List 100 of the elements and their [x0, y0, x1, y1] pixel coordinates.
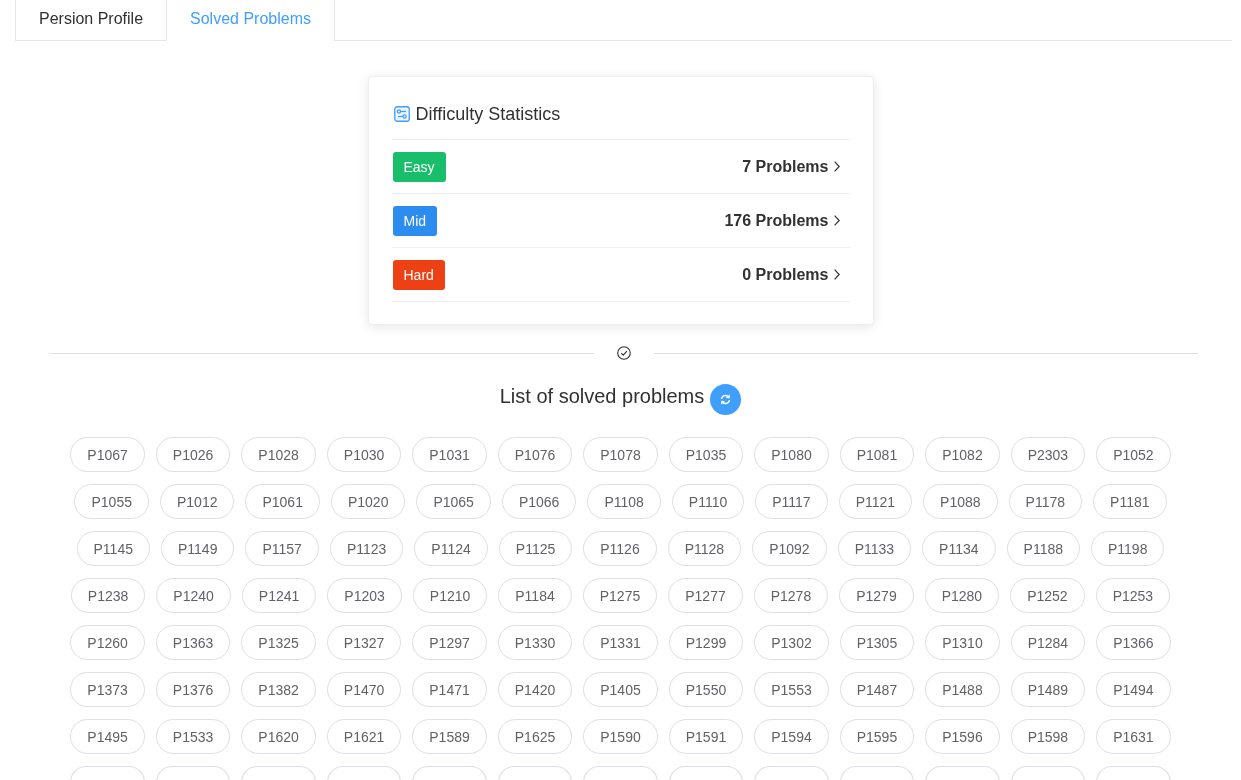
problem-tag[interactable]: P1061 [245, 484, 320, 519]
problem-tag[interactable]: P1240 [156, 578, 231, 613]
problem-tag[interactable]: P1088 [923, 484, 998, 519]
problem-tag[interactable]: P1026 [155, 437, 231, 472]
problem-tag[interactable]: P1305 [839, 625, 915, 660]
problem-tag[interactable]: P1110 [671, 484, 745, 519]
problem-tag[interactable]: P1487 [839, 672, 915, 707]
problem-tag[interactable] [412, 766, 487, 780]
problem-tag[interactable] [241, 766, 316, 780]
problem-tag[interactable]: P1133 [837, 531, 912, 566]
problem-tag[interactable]: P1631 [1096, 719, 1171, 754]
problem-tag[interactable]: P1620 [241, 719, 316, 754]
problem-tag[interactable]: P1031 [412, 437, 487, 472]
problem-tag[interactable]: P1327 [326, 625, 402, 660]
tab[interactable]: Persion Profile [15, 0, 168, 40]
problem-tag[interactable]: P1470 [326, 672, 402, 707]
problem-tag[interactable]: P1198 [1091, 531, 1165, 566]
problem-tag[interactable] [70, 766, 145, 780]
problem-tag[interactable]: P1253 [1095, 578, 1171, 613]
problem-tag[interactable]: P1598 [1010, 719, 1086, 754]
problem-tag[interactable] [497, 766, 573, 780]
problem-tag[interactable]: P1495 [70, 719, 145, 754]
problem-tag[interactable]: P1278 [753, 578, 829, 613]
problem-tag[interactable]: P1405 [583, 672, 658, 707]
problem-tag[interactable]: P1128 [667, 531, 742, 566]
problem-tag[interactable] [754, 766, 829, 780]
problem-tag[interactable]: P1067 [70, 437, 145, 472]
problem-tag[interactable]: P1145 [76, 531, 150, 566]
problem-tag[interactable]: P1157 [245, 531, 319, 566]
problem-tag[interactable] [155, 766, 231, 780]
problem-tag[interactable]: P1621 [326, 719, 402, 754]
problem-tag[interactable]: P1203 [327, 578, 402, 613]
problem-tag[interactable]: P1126 [583, 531, 657, 566]
problem-tag[interactable]: P1310 [925, 625, 1000, 660]
problem-tag[interactable]: P1028 [241, 437, 316, 472]
problem-tag[interactable]: P1065 [416, 484, 491, 519]
problem-tag[interactable]: P1330 [497, 625, 573, 660]
problem-tag[interactable]: P1363 [155, 625, 231, 660]
problem-tag[interactable]: P1238 [70, 578, 146, 613]
problem-tag[interactable]: P1553 [754, 672, 829, 707]
problem-tag[interactable]: P1092 [752, 531, 827, 566]
problem-tag[interactable]: P1489 [1010, 672, 1086, 707]
problem-tag[interactable] [925, 766, 1000, 780]
problem-tag[interactable]: P1078 [583, 437, 658, 472]
problem-tag[interactable]: P1373 [70, 672, 145, 707]
problem-tag[interactable]: P1376 [155, 672, 231, 707]
problem-tag[interactable]: P1210 [412, 578, 488, 613]
problem-count-link[interactable]: 176 Problems [724, 211, 840, 230]
problem-tag[interactable]: P1252 [1010, 578, 1085, 613]
problem-tag[interactable]: P1124 [414, 531, 488, 566]
refresh-button[interactable] [710, 383, 742, 415]
problem-tag[interactable]: P1134 [922, 531, 996, 566]
problem-tag[interactable]: P1081 [839, 437, 915, 472]
problem-tag[interactable]: P1241 [241, 578, 317, 613]
problem-tag[interactable]: P1012 [159, 484, 235, 519]
problem-tag[interactable]: P1055 [74, 484, 149, 519]
problem-tag[interactable]: P1178 [1008, 484, 1083, 519]
problem-tag[interactable]: P1181 [1093, 484, 1167, 519]
problem-tag[interactable]: P1594 [754, 719, 829, 754]
problem-tag[interactable]: P1331 [583, 625, 658, 660]
problem-tag[interactable]: P1488 [925, 672, 1000, 707]
problem-tag[interactable]: P1325 [241, 625, 316, 660]
problem-tag[interactable]: P1188 [1006, 531, 1080, 566]
problem-tag[interactable]: P1035 [668, 437, 744, 472]
problem-tag[interactable] [583, 766, 658, 780]
problem-tag[interactable]: P1279 [839, 578, 914, 613]
problem-tag[interactable]: P1596 [925, 719, 1000, 754]
problem-tag[interactable]: P1121 [838, 484, 913, 519]
problem-tag[interactable]: P1590 [583, 719, 658, 754]
problem-tag[interactable]: P1299 [668, 625, 744, 660]
problem-tag[interactable]: P1550 [668, 672, 744, 707]
problem-tag[interactable]: P1082 [925, 437, 1000, 472]
problem-tag[interactable]: P1494 [1096, 672, 1171, 707]
problem-tag[interactable]: P1284 [1010, 625, 1086, 660]
problem-tag[interactable]: P1052 [1096, 437, 1171, 472]
problem-tag[interactable] [1010, 766, 1086, 780]
problem-tag[interactable]: P1030 [326, 437, 402, 472]
problem-tag[interactable]: P1382 [241, 672, 316, 707]
problem-tag[interactable]: P1533 [155, 719, 231, 754]
problem-tag[interactable]: P1080 [754, 437, 829, 472]
problem-tag[interactable]: P1123 [329, 531, 404, 566]
problem-tag[interactable] [668, 766, 744, 780]
problem-tag[interactable]: P1076 [497, 437, 573, 472]
problem-tag[interactable]: P1108 [587, 484, 661, 519]
problem-tag[interactable]: P1297 [412, 625, 487, 660]
problem-tag[interactable]: P1020 [330, 484, 406, 519]
problem-tag[interactable]: P1277 [668, 578, 743, 613]
problem-tag[interactable]: P1260 [70, 625, 145, 660]
problem-tag[interactable]: P1280 [924, 578, 1000, 613]
problem-tag[interactable]: P1595 [839, 719, 915, 754]
problem-count-link[interactable]: 7 Problems [742, 157, 840, 176]
problem-tag[interactable] [1096, 766, 1171, 780]
problem-tag[interactable]: P1420 [497, 672, 573, 707]
problem-tag[interactable] [326, 766, 402, 780]
problem-tag[interactable]: P2303 [1010, 437, 1086, 472]
problem-tag[interactable]: P1066 [501, 484, 577, 519]
problem-tag[interactable]: P1471 [412, 672, 487, 707]
problem-count-link[interactable]: 0 Problems [742, 265, 840, 284]
problem-tag[interactable]: P1125 [498, 531, 573, 566]
problem-tag[interactable] [839, 766, 915, 780]
